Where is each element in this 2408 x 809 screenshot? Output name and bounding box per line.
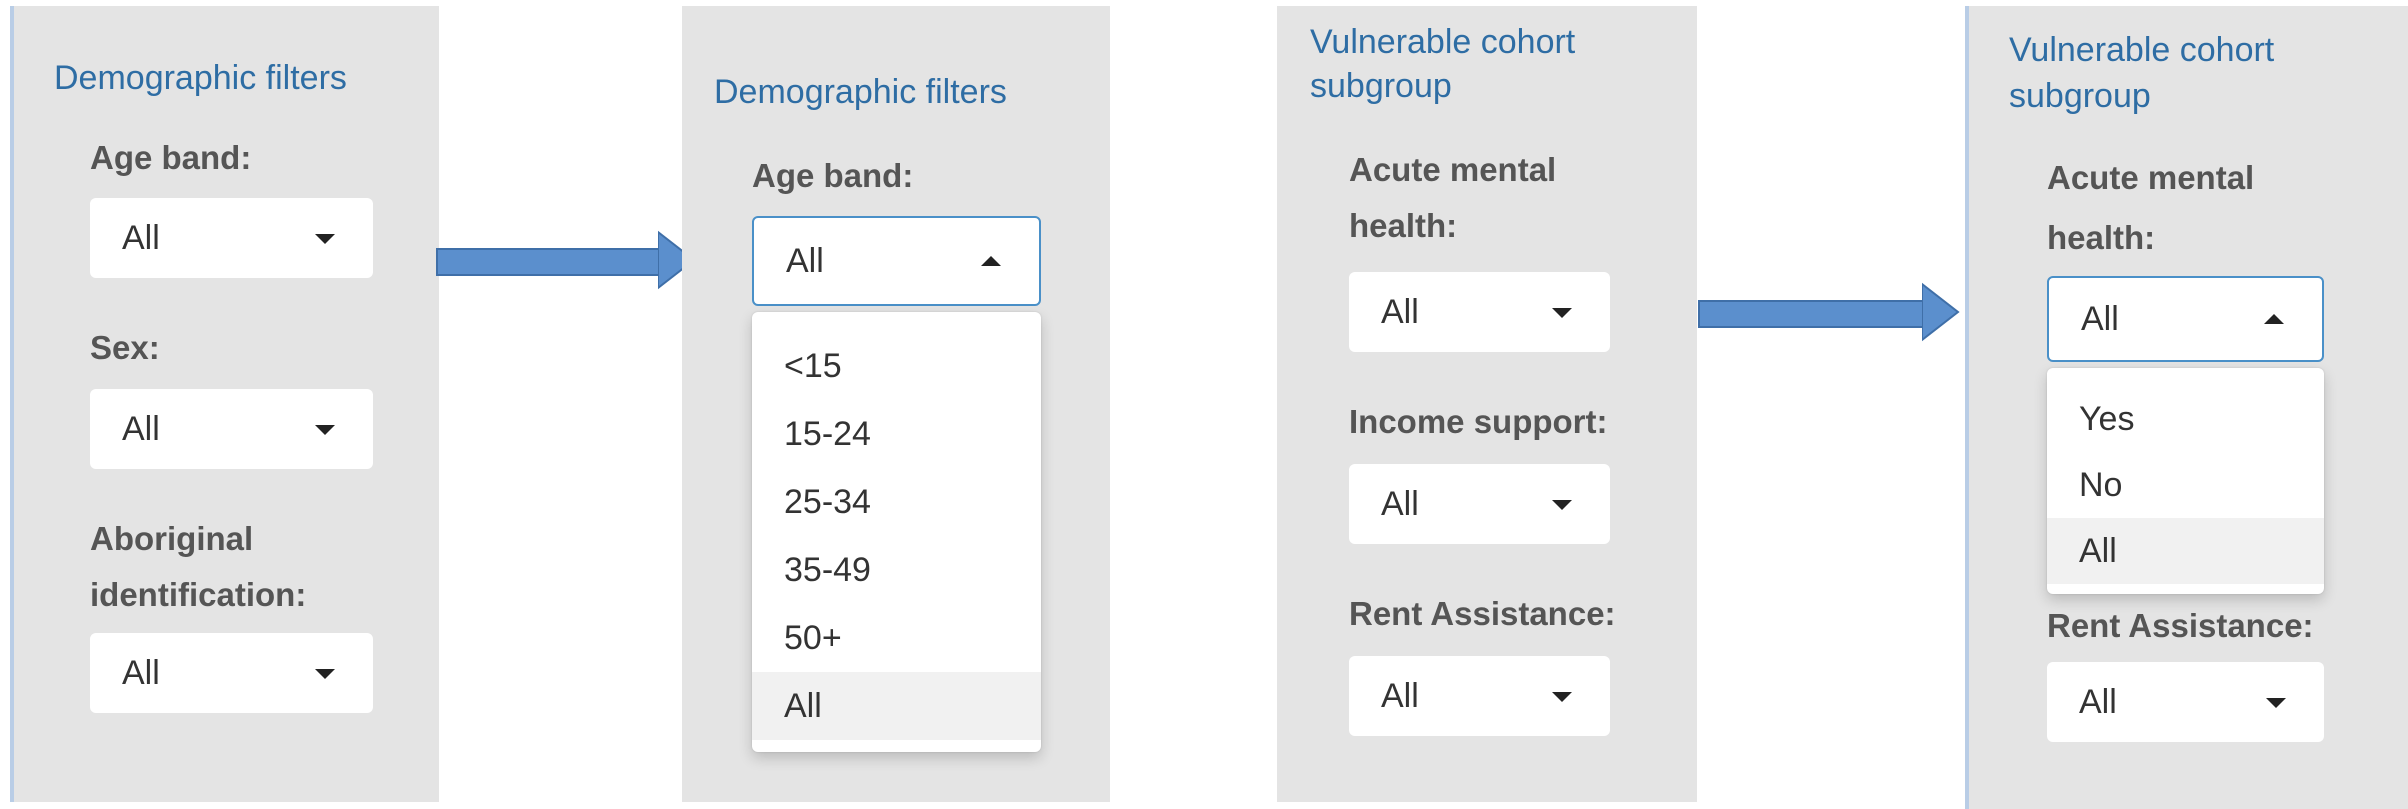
acute-mental-health-label-line2: health: [2047,219,2156,256]
aboriginal-label-line1: Aboriginal [90,520,254,557]
select-value: All [1381,677,1419,715]
caret-down-icon [2266,698,2286,708]
select-value: All [1381,293,1419,331]
panel-title: Demographic filters [714,73,1007,111]
aboriginal-identification-select[interactable]: All [90,633,373,713]
sex-label: Sex: [90,329,160,366]
acute-mental-health-select[interactable]: All [2047,276,2324,362]
dropdown-option[interactable]: <15 [752,332,1041,400]
vulnerable-cohort-panel: Vulnerable cohort subgroup Acute mental … [1277,6,1697,802]
dropdown-option[interactable]: No [2047,452,2324,518]
select-value: All [1381,485,1419,523]
select-value: All [122,219,160,257]
caret-down-icon [315,234,335,244]
right-arrow-icon [1698,282,1960,342]
acute-mental-health-label-line1: Acute mental [2047,159,2255,196]
panel-title: Demographic filters [54,59,347,97]
select-value: All [122,654,160,692]
select-value: All [786,242,824,280]
age-band-select[interactable]: All [752,216,1041,306]
caret-up-icon [2264,314,2284,324]
caret-down-icon [1552,500,1572,510]
panel-border [10,6,14,802]
rent-assistance-select[interactable]: All [1349,656,1610,736]
dropdown-option[interactable]: 35-49 [752,536,1041,604]
income-support-label: Income support: [1349,403,1608,440]
age-band-dropdown: <15 15-24 25-34 35-49 50+ All [752,312,1041,752]
demographic-filters-panel: Demographic filters Age band: All Sex: A… [14,6,439,802]
acute-mental-health-label-line1: Acute mental [1349,151,1557,188]
rent-assistance-label: Rent Assistance: [2047,607,2314,644]
panel-title-line1: Vulnerable cohort [2009,31,2275,69]
sex-select[interactable]: All [90,389,373,469]
dropdown-option-selected[interactable]: All [2047,518,2324,584]
dropdown-option[interactable]: 15-24 [752,400,1041,468]
dropdown-option[interactable]: 50+ [752,604,1041,672]
acute-mental-health-label-line2: health: [1349,207,1458,244]
caret-up-icon [981,256,1001,266]
aboriginal-label-line2: identification: [90,576,307,613]
caret-down-icon [315,669,335,679]
rent-assistance-label: Rent Assistance: [1349,595,1616,632]
age-band-select[interactable]: All [90,198,373,278]
demographic-filters-panel-open: Demographic filters Age band: All <15 15… [682,6,1110,802]
vulnerable-cohort-panel-open: Vulnerable cohort subgroup Acute mental … [1969,6,2408,809]
age-band-label: Age band: [90,139,252,176]
acute-mental-health-select[interactable]: All [1349,272,1610,352]
caret-down-icon [1552,308,1572,318]
dropdown-option-selected[interactable]: All [752,672,1041,740]
caret-down-icon [315,425,335,435]
right-arrow-icon [436,230,696,290]
select-value: All [2081,300,2119,338]
age-band-label: Age band: [752,157,914,194]
dropdown-option[interactable]: 25-34 [752,468,1041,536]
caret-down-icon [1552,692,1572,702]
panel-border [1965,6,1969,809]
panel-title-line1: Vulnerable cohort [1310,23,1576,61]
dropdown-option[interactable]: Yes [2047,386,2324,452]
panel-title-line2: subgroup [2009,77,2151,115]
select-value: All [122,410,160,448]
rent-assistance-select[interactable]: All [2047,662,2324,742]
panel-title-line2: subgroup [1310,67,1452,105]
select-value: All [2079,683,2117,721]
acute-mental-health-dropdown: Yes No All [2047,368,2324,594]
income-support-select[interactable]: All [1349,464,1610,544]
